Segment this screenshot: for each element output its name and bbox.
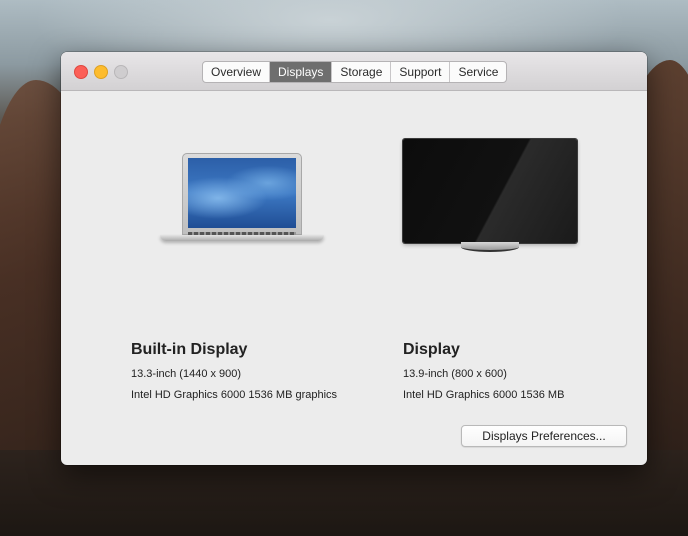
monitor-stand bbox=[461, 242, 519, 252]
tab-support[interactable]: Support bbox=[391, 62, 451, 82]
tab-displays[interactable]: Displays bbox=[270, 62, 333, 82]
external-display-info: Display 13.9-inch (800 x 600) Intel HD G… bbox=[403, 339, 564, 403]
tab-service[interactable]: Service bbox=[450, 62, 506, 82]
title-bar: Overview Displays Storage Support Servic… bbox=[61, 52, 647, 91]
laptop-icon bbox=[158, 151, 326, 251]
tab-overview[interactable]: Overview bbox=[203, 62, 271, 82]
display-name: Display bbox=[403, 341, 460, 358]
monitor-icon bbox=[403, 139, 577, 253]
monitor-panel bbox=[403, 139, 577, 243]
laptop-screen bbox=[188, 158, 296, 228]
display-graphics: Intel HD Graphics 6000 1536 MB bbox=[403, 389, 565, 401]
minimize-window-button[interactable] bbox=[94, 65, 108, 79]
zoom-window-button[interactable] bbox=[114, 65, 128, 79]
tab-bar: Overview Displays Storage Support Servic… bbox=[202, 61, 508, 83]
displays-content: Built-in Display 13.3-inch (1440 x 900) … bbox=[61, 91, 647, 465]
about-this-mac-window: Overview Displays Storage Support Servic… bbox=[61, 52, 647, 465]
display-graphics: Intel HD Graphics 6000 1536 MB graphics bbox=[131, 389, 338, 401]
tab-storage[interactable]: Storage bbox=[332, 62, 392, 82]
display-size: 13.9-inch (800 x 600) bbox=[403, 368, 507, 380]
laptop-lid bbox=[182, 153, 302, 235]
display-name: Built-in Display bbox=[131, 341, 248, 358]
display-size: 13.3-inch (1440 x 900) bbox=[131, 368, 242, 380]
desktop-background: Overview Displays Storage Support Servic… bbox=[0, 0, 688, 536]
close-window-button[interactable] bbox=[74, 65, 88, 79]
laptop-base bbox=[160, 235, 324, 241]
displays-preferences-button[interactable]: Displays Preferences... bbox=[461, 425, 627, 447]
built-in-display-info: Built-in Display 13.3-inch (1440 x 900) … bbox=[131, 339, 337, 403]
